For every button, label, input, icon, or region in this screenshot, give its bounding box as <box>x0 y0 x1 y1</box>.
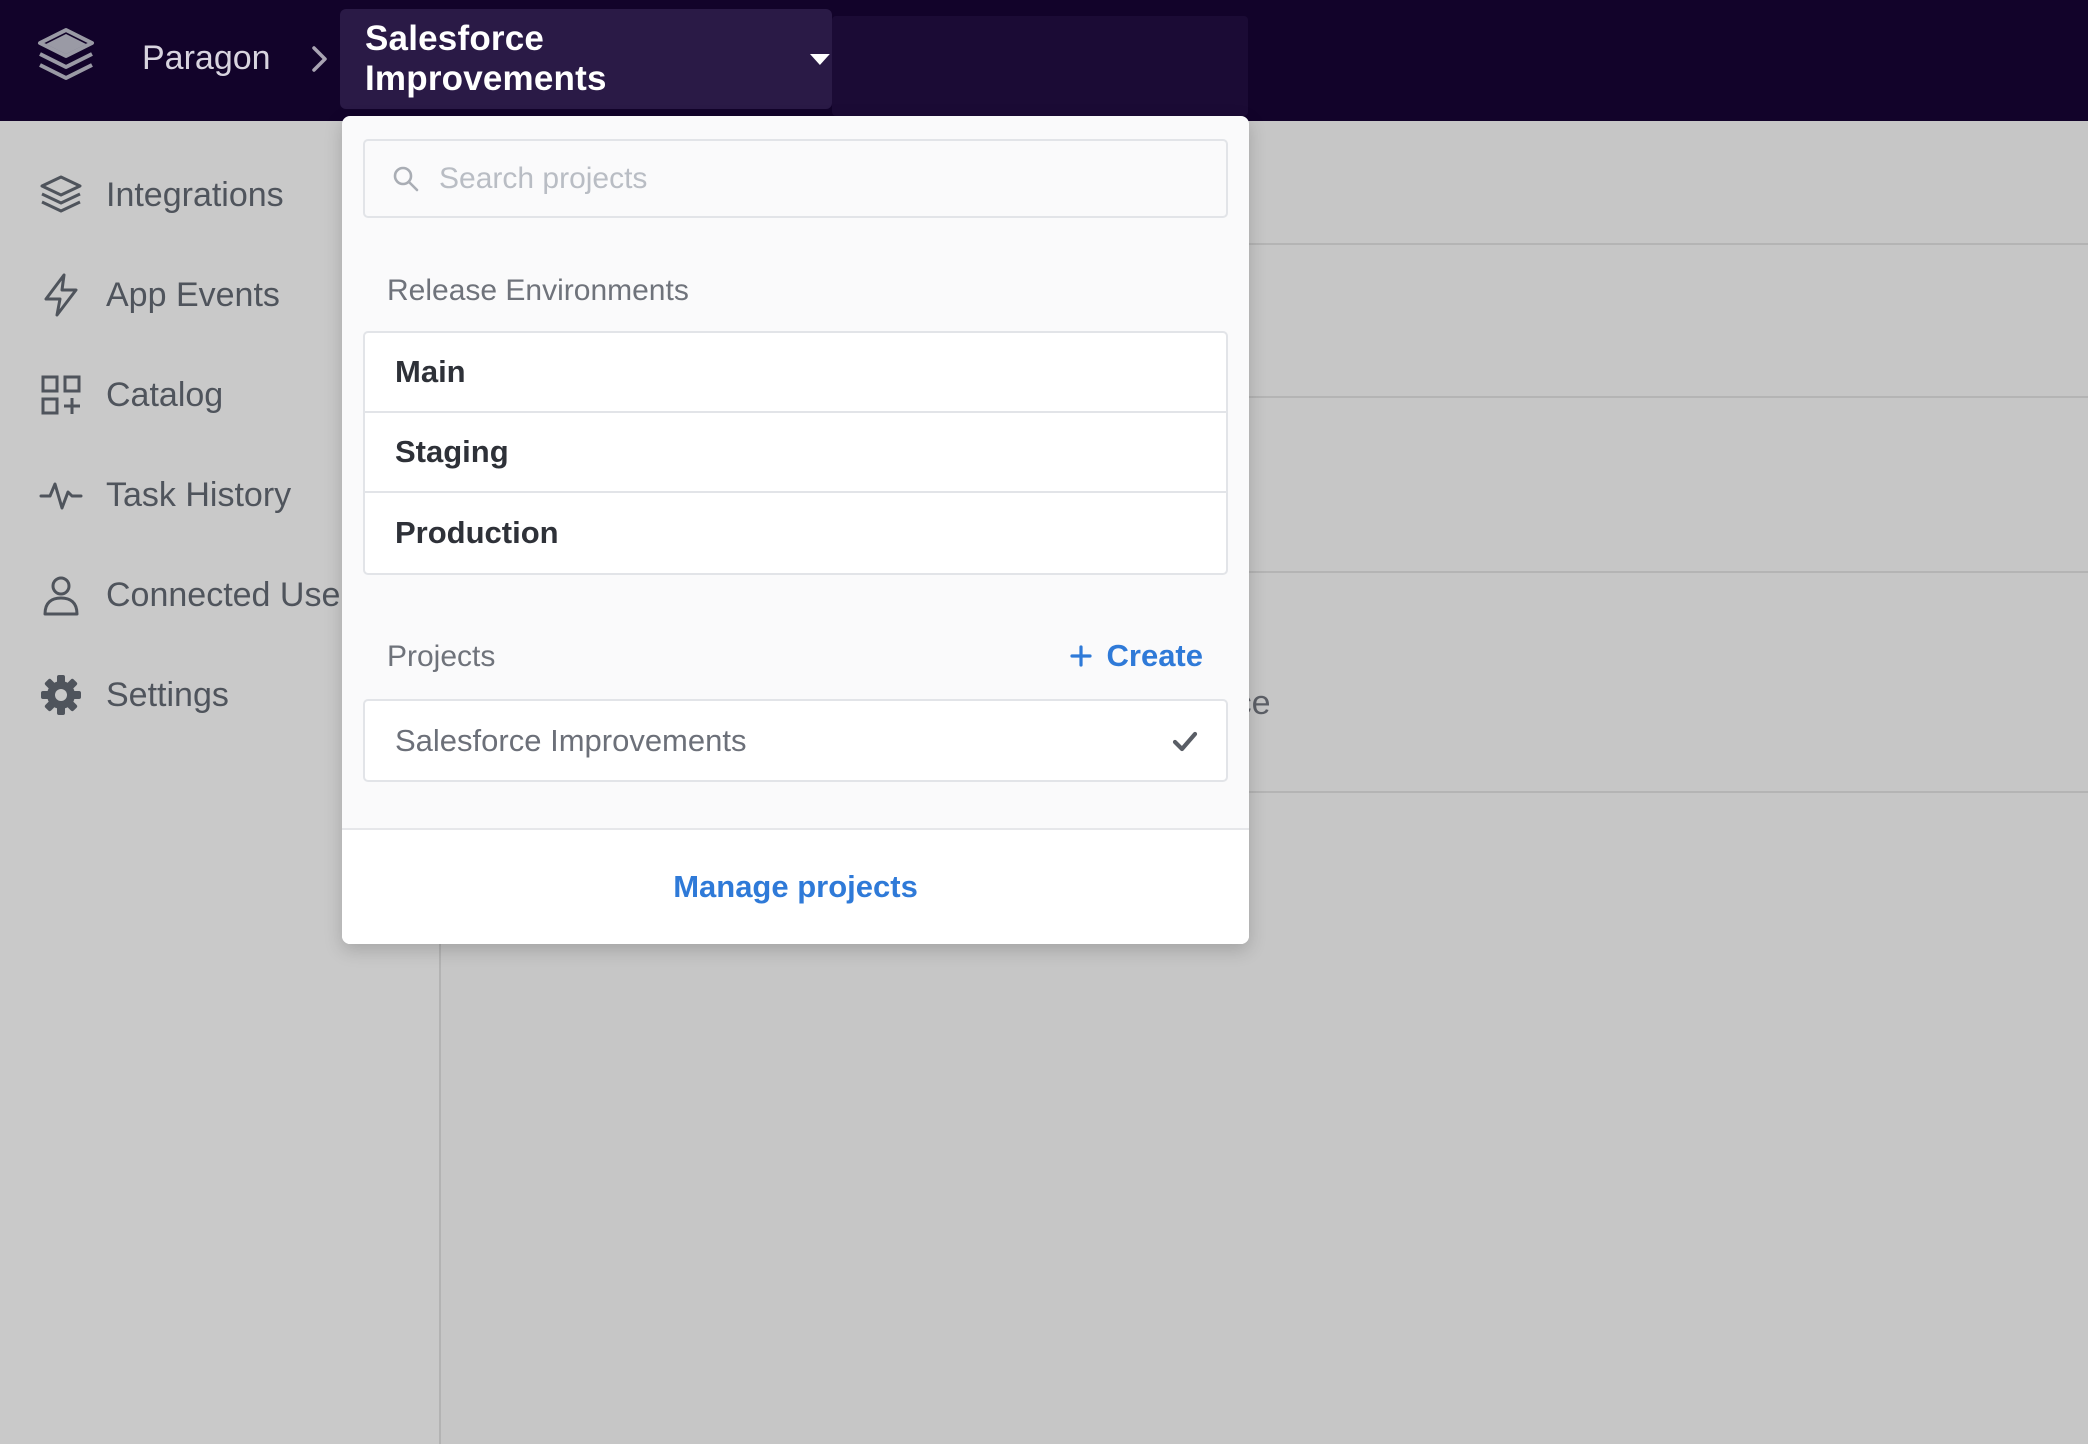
sidebar-item-label: Settings <box>106 675 229 714</box>
divider <box>1248 396 2088 398</box>
sidebar-item-label: Connected Use <box>106 575 341 614</box>
sidebar-item-label: Catalog <box>106 375 224 414</box>
search-box[interactable] <box>363 139 1228 218</box>
project-switcher-button[interactable]: Salesforce Improvements <box>340 9 832 109</box>
project-item-salesforce-improvements[interactable]: Salesforce Improvements <box>363 699 1228 782</box>
project-dropdown: Release Environments Main Staging Produc… <box>342 116 1249 944</box>
project-menu-shadow <box>832 16 1248 116</box>
caret-down-icon <box>810 54 831 65</box>
environment-item-production[interactable]: Production <box>365 493 1226 573</box>
environment-item-staging[interactable]: Staging <box>365 413 1226 493</box>
dropdown-footer: Manage projects <box>342 828 1249 944</box>
divider <box>1248 571 2088 573</box>
projects-title: Projects <box>387 640 496 673</box>
breadcrumb-org[interactable]: Paragon <box>142 34 271 82</box>
sidebar-item-label: App Events <box>106 275 280 314</box>
grid-plus-icon <box>41 375 81 415</box>
top-bar: Paragon Salesforce Improvements <box>0 0 2088 121</box>
create-project-button[interactable]: Create <box>1069 638 1204 674</box>
bolt-icon <box>44 273 78 317</box>
project-item-label: Salesforce Improvements <box>395 722 747 758</box>
gear-icon <box>41 675 81 715</box>
paragon-logo-icon[interactable] <box>36 26 96 90</box>
release-environments-title: Release Environments <box>387 274 689 307</box>
sidebar-item-label: Task History <box>106 475 292 514</box>
manage-projects-link[interactable]: Manage projects <box>673 869 918 905</box>
user-icon <box>43 576 79 616</box>
checkmark-icon <box>1172 731 1198 751</box>
divider <box>1248 243 2088 245</box>
create-project-label: Create <box>1106 638 1204 673</box>
environment-list: Main Staging Production <box>363 331 1228 575</box>
chevron-right-icon <box>312 46 327 72</box>
search-icon <box>393 166 419 191</box>
search-input[interactable] <box>439 161 1199 196</box>
environment-item-main[interactable]: Main <box>365 333 1226 413</box>
current-project-label: Salesforce Improvements <box>365 19 607 98</box>
plus-icon <box>1069 645 1092 667</box>
sidebar-item-label: Integrations <box>106 175 284 214</box>
divider <box>1248 791 2088 793</box>
layers-icon <box>40 175 82 213</box>
activity-icon <box>39 482 83 510</box>
